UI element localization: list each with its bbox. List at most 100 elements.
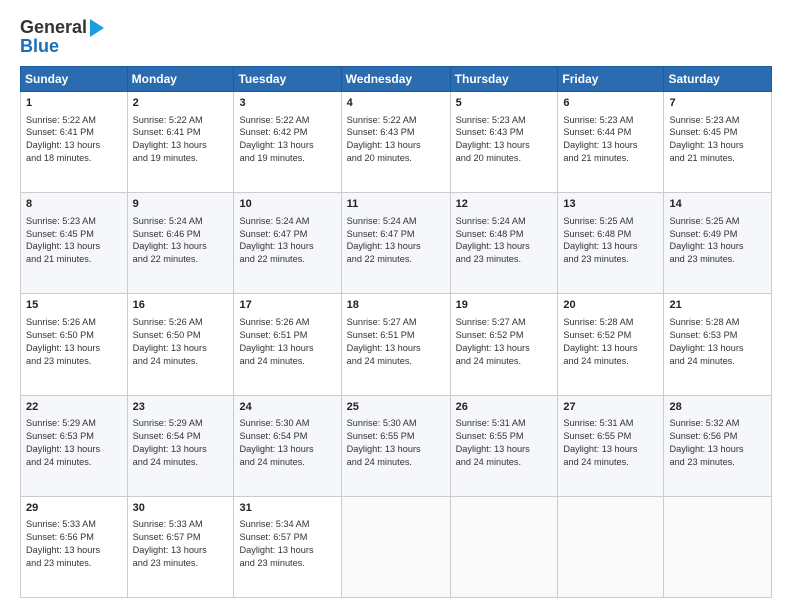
calendar-cell: 19Sunrise: 5:27 AMSunset: 6:52 PMDayligh…	[450, 294, 558, 395]
day-info: and 24 minutes.	[347, 355, 445, 368]
day-number: 9	[133, 197, 229, 212]
day-info: and 24 minutes.	[239, 355, 335, 368]
day-number: 27	[563, 400, 658, 415]
day-info: Sunset: 6:48 PM	[563, 228, 658, 241]
day-info: and 23 minutes.	[26, 355, 122, 368]
day-info: Sunset: 6:53 PM	[669, 329, 766, 342]
day-info: Sunset: 6:57 PM	[239, 531, 335, 544]
day-info: Daylight: 13 hours	[133, 342, 229, 355]
day-info: Sunset: 6:44 PM	[563, 126, 658, 139]
weekday-header-monday: Monday	[127, 67, 234, 92]
day-info: Sunset: 6:49 PM	[669, 228, 766, 241]
day-info: Daylight: 13 hours	[239, 342, 335, 355]
day-info: Daylight: 13 hours	[239, 544, 335, 557]
day-info: Sunrise: 5:30 AM	[239, 417, 335, 430]
calendar-cell: 6Sunrise: 5:23 AMSunset: 6:44 PMDaylight…	[558, 92, 664, 193]
day-number: 14	[669, 197, 766, 212]
day-info: Sunset: 6:50 PM	[26, 329, 122, 342]
day-info: Sunset: 6:56 PM	[26, 531, 122, 544]
day-info: and 20 minutes.	[347, 152, 445, 165]
day-info: Sunrise: 5:31 AM	[456, 417, 553, 430]
day-info: and 19 minutes.	[133, 152, 229, 165]
day-number: 18	[347, 298, 445, 313]
day-info: Sunrise: 5:29 AM	[133, 417, 229, 430]
calendar-cell	[664, 496, 772, 597]
day-number: 15	[26, 298, 122, 313]
day-info: and 21 minutes.	[563, 152, 658, 165]
weekday-header-saturday: Saturday	[664, 67, 772, 92]
day-info: Daylight: 13 hours	[26, 443, 122, 456]
day-info: Sunrise: 5:25 AM	[563, 215, 658, 228]
calendar-cell: 31Sunrise: 5:34 AMSunset: 6:57 PMDayligh…	[234, 496, 341, 597]
day-info: and 23 minutes.	[563, 253, 658, 266]
header: General Blue	[20, 18, 772, 56]
day-info: Sunrise: 5:24 AM	[239, 215, 335, 228]
weekday-header-tuesday: Tuesday	[234, 67, 341, 92]
day-info: and 24 minutes.	[456, 355, 553, 368]
calendar-cell: 29Sunrise: 5:33 AMSunset: 6:56 PMDayligh…	[21, 496, 128, 597]
day-info: and 21 minutes.	[26, 253, 122, 266]
day-info: and 23 minutes.	[669, 456, 766, 469]
day-info: Sunrise: 5:24 AM	[456, 215, 553, 228]
day-info: Daylight: 13 hours	[563, 139, 658, 152]
day-info: Sunset: 6:45 PM	[669, 126, 766, 139]
day-info: Sunset: 6:52 PM	[563, 329, 658, 342]
day-info: Sunset: 6:54 PM	[239, 430, 335, 443]
day-info: Sunrise: 5:33 AM	[133, 518, 229, 531]
day-info: Sunrise: 5:24 AM	[347, 215, 445, 228]
day-info: Sunset: 6:51 PM	[347, 329, 445, 342]
day-info: Daylight: 13 hours	[563, 443, 658, 456]
day-info: and 24 minutes.	[563, 456, 658, 469]
day-info: Sunset: 6:43 PM	[456, 126, 553, 139]
day-info: Sunrise: 5:30 AM	[347, 417, 445, 430]
day-info: Sunrise: 5:34 AM	[239, 518, 335, 531]
calendar-cell: 18Sunrise: 5:27 AMSunset: 6:51 PMDayligh…	[341, 294, 450, 395]
day-number: 26	[456, 400, 553, 415]
calendar-cell: 24Sunrise: 5:30 AMSunset: 6:54 PMDayligh…	[234, 395, 341, 496]
day-info: Sunrise: 5:22 AM	[26, 114, 122, 127]
day-info: and 23 minutes.	[26, 557, 122, 570]
day-info: Sunset: 6:46 PM	[133, 228, 229, 241]
day-info: Sunrise: 5:23 AM	[456, 114, 553, 127]
day-info: and 21 minutes.	[669, 152, 766, 165]
day-info: Sunset: 6:41 PM	[26, 126, 122, 139]
day-info: and 23 minutes.	[239, 557, 335, 570]
calendar-cell: 2Sunrise: 5:22 AMSunset: 6:41 PMDaylight…	[127, 92, 234, 193]
day-info: Sunset: 6:45 PM	[26, 228, 122, 241]
day-info: Sunrise: 5:26 AM	[26, 316, 122, 329]
day-info: Daylight: 13 hours	[669, 240, 766, 253]
day-info: and 22 minutes.	[347, 253, 445, 266]
calendar-cell: 7Sunrise: 5:23 AMSunset: 6:45 PMDaylight…	[664, 92, 772, 193]
day-info: Sunrise: 5:33 AM	[26, 518, 122, 531]
day-info: Daylight: 13 hours	[669, 443, 766, 456]
day-info: Daylight: 13 hours	[456, 240, 553, 253]
calendar-cell: 25Sunrise: 5:30 AMSunset: 6:55 PMDayligh…	[341, 395, 450, 496]
day-info: Sunset: 6:47 PM	[239, 228, 335, 241]
day-number: 20	[563, 298, 658, 313]
day-info: Sunset: 6:53 PM	[26, 430, 122, 443]
day-info: Sunrise: 5:28 AM	[563, 316, 658, 329]
day-number: 30	[133, 501, 229, 516]
calendar: SundayMondayTuesdayWednesdayThursdayFrid…	[20, 66, 772, 598]
calendar-cell: 28Sunrise: 5:32 AMSunset: 6:56 PMDayligh…	[664, 395, 772, 496]
day-info: Daylight: 13 hours	[26, 544, 122, 557]
day-number: 3	[239, 96, 335, 111]
day-info: Sunset: 6:56 PM	[669, 430, 766, 443]
day-number: 22	[26, 400, 122, 415]
day-number: 1	[26, 96, 122, 111]
day-info: and 18 minutes.	[26, 152, 122, 165]
calendar-cell: 26Sunrise: 5:31 AMSunset: 6:55 PMDayligh…	[450, 395, 558, 496]
day-info: Sunset: 6:52 PM	[456, 329, 553, 342]
day-info: Daylight: 13 hours	[26, 240, 122, 253]
day-info: Sunset: 6:55 PM	[347, 430, 445, 443]
day-info: Sunset: 6:41 PM	[133, 126, 229, 139]
day-info: and 22 minutes.	[239, 253, 335, 266]
calendar-cell: 12Sunrise: 5:24 AMSunset: 6:48 PMDayligh…	[450, 193, 558, 294]
day-number: 12	[456, 197, 553, 212]
day-info: Daylight: 13 hours	[347, 443, 445, 456]
calendar-cell: 13Sunrise: 5:25 AMSunset: 6:48 PMDayligh…	[558, 193, 664, 294]
day-info: Sunset: 6:50 PM	[133, 329, 229, 342]
day-info: Daylight: 13 hours	[239, 139, 335, 152]
day-info: Daylight: 13 hours	[26, 139, 122, 152]
day-info: Daylight: 13 hours	[133, 443, 229, 456]
